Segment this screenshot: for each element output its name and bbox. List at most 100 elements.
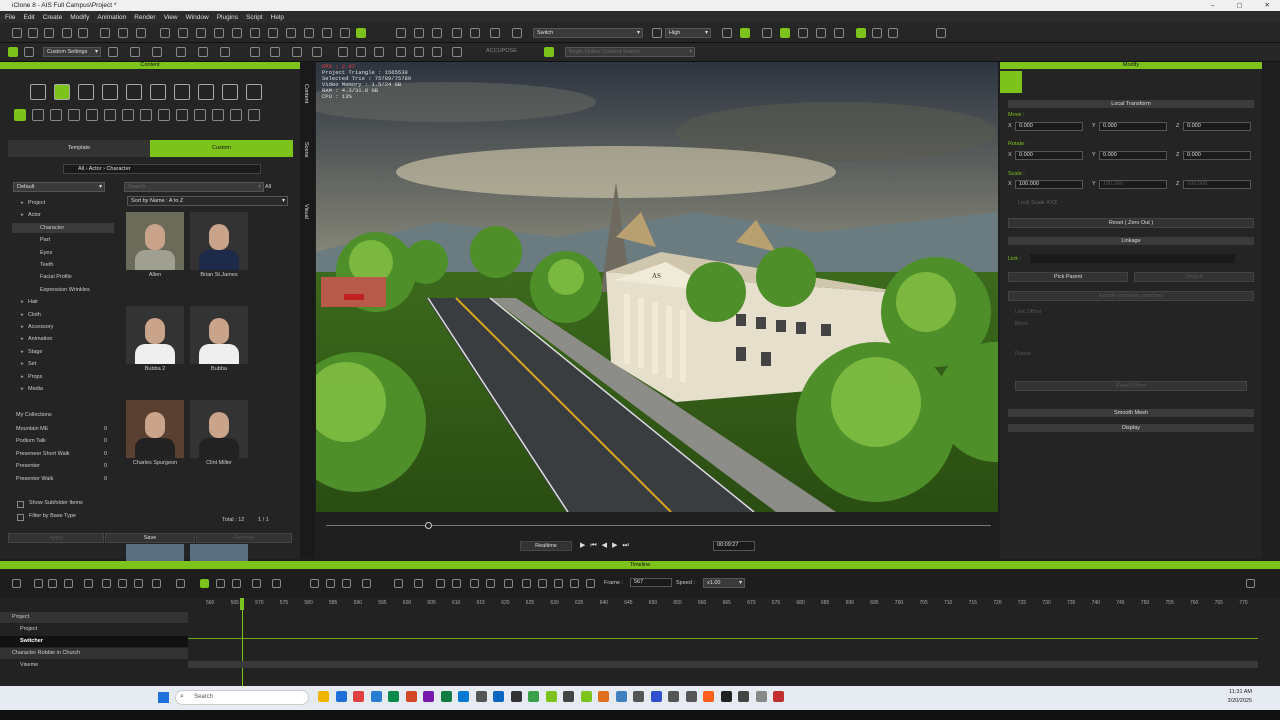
timeline-tool-icon[interactable] [1246, 579, 1255, 588]
taskbar-app-icon[interactable] [633, 691, 644, 702]
subcategory-icon[interactable] [86, 109, 98, 121]
subcategory-icon[interactable] [176, 109, 188, 121]
expand-arrow-icon[interactable]: ▸ [21, 212, 24, 218]
toolbar-icon[interactable] [544, 47, 554, 57]
time-display[interactable]: 00:09:27 [713, 541, 755, 551]
collection-item[interactable]: Mountain ME [16, 426, 48, 432]
toolbar-icon[interactable] [12, 28, 22, 38]
category-icon[interactable] [78, 84, 94, 100]
character-thumbnail[interactable] [126, 400, 184, 458]
timeline-ruler[interactable]: 560 565 570 575 580 585 590 595 600 605 610 615 620 6… [188, 598, 1258, 610]
taskbar-app-icon[interactable] [493, 691, 504, 702]
timeline-tool-icon[interactable] [102, 579, 111, 588]
toolbar-icon[interactable] [780, 28, 790, 38]
taskbar-app-icon[interactable] [755, 691, 767, 702]
detach-button[interactable]: Detach [1134, 272, 1254, 282]
expand-arrow-icon[interactable]: ▸ [21, 299, 24, 305]
timeline-tool-icon[interactable] [272, 579, 281, 588]
rotate-y-field[interactable]: 0.000 [1099, 151, 1167, 160]
toolbar-icon[interactable] [888, 28, 898, 38]
timeline-tool-icon[interactable] [48, 579, 57, 588]
timeline-tool-icon[interactable] [176, 579, 185, 588]
breadcrumb-character[interactable]: Character [106, 166, 130, 172]
menu-view[interactable]: View [164, 14, 178, 21]
collections-title[interactable]: My Collections [16, 412, 52, 418]
track-label[interactable]: Project [20, 626, 37, 632]
preset-select[interactable]: Custom Settings [43, 47, 101, 57]
character-thumbnail[interactable] [190, 306, 248, 364]
close-icon[interactable]: ✕ [1265, 0, 1270, 11]
online-search-input[interactable]: Begin Online Content Search [565, 47, 695, 57]
toolbar-icon[interactable] [322, 28, 332, 38]
toolbar-icon[interactable] [304, 28, 314, 38]
timeline-tool-icon[interactable] [394, 579, 403, 588]
playback-handle[interactable] [425, 522, 432, 529]
timeline-tool-icon[interactable] [216, 579, 225, 588]
tab-template[interactable]: Template [8, 140, 150, 157]
toolbar-icon[interactable] [176, 47, 186, 57]
display-header[interactable]: Display [1008, 424, 1254, 432]
character-thumbnail[interactable] [190, 400, 248, 458]
transport-controls[interactable]: ▶⏮◀▶⏭ [580, 541, 634, 550]
side-tab-visual[interactable]: Visual [303, 204, 309, 219]
breadcrumb-all[interactable]: All [78, 166, 84, 172]
timeline-tool-icon[interactable] [504, 579, 513, 588]
toolbar-icon[interactable] [268, 28, 278, 38]
toolbar-icon[interactable] [312, 47, 322, 57]
scale-x-field[interactable]: 100.000 [1015, 180, 1083, 189]
toolbar-icon[interactable] [470, 28, 480, 38]
toolbar-icon[interactable] [214, 28, 224, 38]
breadcrumb-actor[interactable]: Actor [89, 166, 102, 172]
filter-base-type-checkbox[interactable]: Filter by Base Type [29, 513, 76, 519]
apply-button[interactable]: Apply [8, 533, 104, 543]
timeline-tool-icon[interactable] [362, 579, 371, 588]
collection-item[interactable]: Podium Talk [16, 438, 46, 444]
toolbar-icon[interactable] [356, 28, 366, 38]
tree-item[interactable]: Part [40, 237, 50, 243]
toolbar-icon[interactable] [196, 28, 206, 38]
timeline-tool-icon[interactable] [118, 579, 127, 588]
timeline-tool-icon[interactable] [12, 579, 21, 588]
menu-render[interactable]: Render [134, 14, 155, 21]
taskbar-app-icon[interactable] [720, 691, 732, 702]
clock-date[interactable]: 3/20/2025 [1216, 698, 1252, 704]
track-label[interactable]: Project [12, 614, 29, 620]
timeline-tool-icon[interactable] [200, 579, 209, 588]
speed-select[interactable]: x1.00 [703, 578, 745, 588]
toolbar-icon[interactable] [340, 28, 350, 38]
toolbar-icon[interactable] [292, 47, 302, 57]
taskbar-app-icon[interactable] [580, 691, 592, 702]
toolbar-icon[interactable] [152, 47, 162, 57]
category-icon[interactable] [54, 84, 70, 100]
taskbar-app-icon[interactable] [458, 691, 469, 702]
menu-create[interactable]: Create [43, 14, 63, 21]
taskbar-app-icon[interactable] [388, 691, 399, 702]
taskbar-app-icon[interactable] [370, 691, 382, 702]
track-label[interactable]: Viseme [20, 662, 38, 668]
filter-all[interactable]: All [265, 184, 271, 190]
frame-input[interactable]: 567 [630, 578, 672, 587]
realtime-select[interactable]: Realtime [520, 541, 572, 551]
collection-item[interactable]: Presenter [16, 463, 40, 469]
toolbar-icon[interactable] [452, 28, 462, 38]
toolbar-icon[interactable] [8, 47, 18, 57]
content-search-input[interactable]: Search [124, 182, 264, 192]
toolbar-icon[interactable] [100, 28, 110, 38]
checkbox-icon[interactable] [17, 501, 24, 508]
tree-item[interactable]: Eyes [40, 250, 52, 256]
menu-script[interactable]: Script [246, 14, 263, 21]
collection-item[interactable]: Preseneer Short Walk [16, 451, 70, 457]
taskbar-app-icon[interactable] [528, 691, 539, 702]
save-button[interactable]: Save [105, 533, 195, 543]
tree-item[interactable]: Teeth [40, 262, 53, 268]
scale-y-field[interactable]: 100.000 [1099, 180, 1167, 189]
toolbar-icon[interactable] [44, 28, 54, 38]
tree-item[interactable]: Media [28, 386, 43, 392]
rotate-z-field[interactable]: 0.000 [1183, 151, 1251, 160]
toolbar-icon[interactable] [338, 47, 348, 57]
subcategory-icon[interactable] [50, 109, 62, 121]
tab-custom[interactable]: Custom [150, 140, 293, 157]
toolbar-icon[interactable] [722, 28, 732, 38]
tree-item[interactable]: Stage [28, 349, 42, 355]
character-thumbnail[interactable] [126, 212, 184, 270]
